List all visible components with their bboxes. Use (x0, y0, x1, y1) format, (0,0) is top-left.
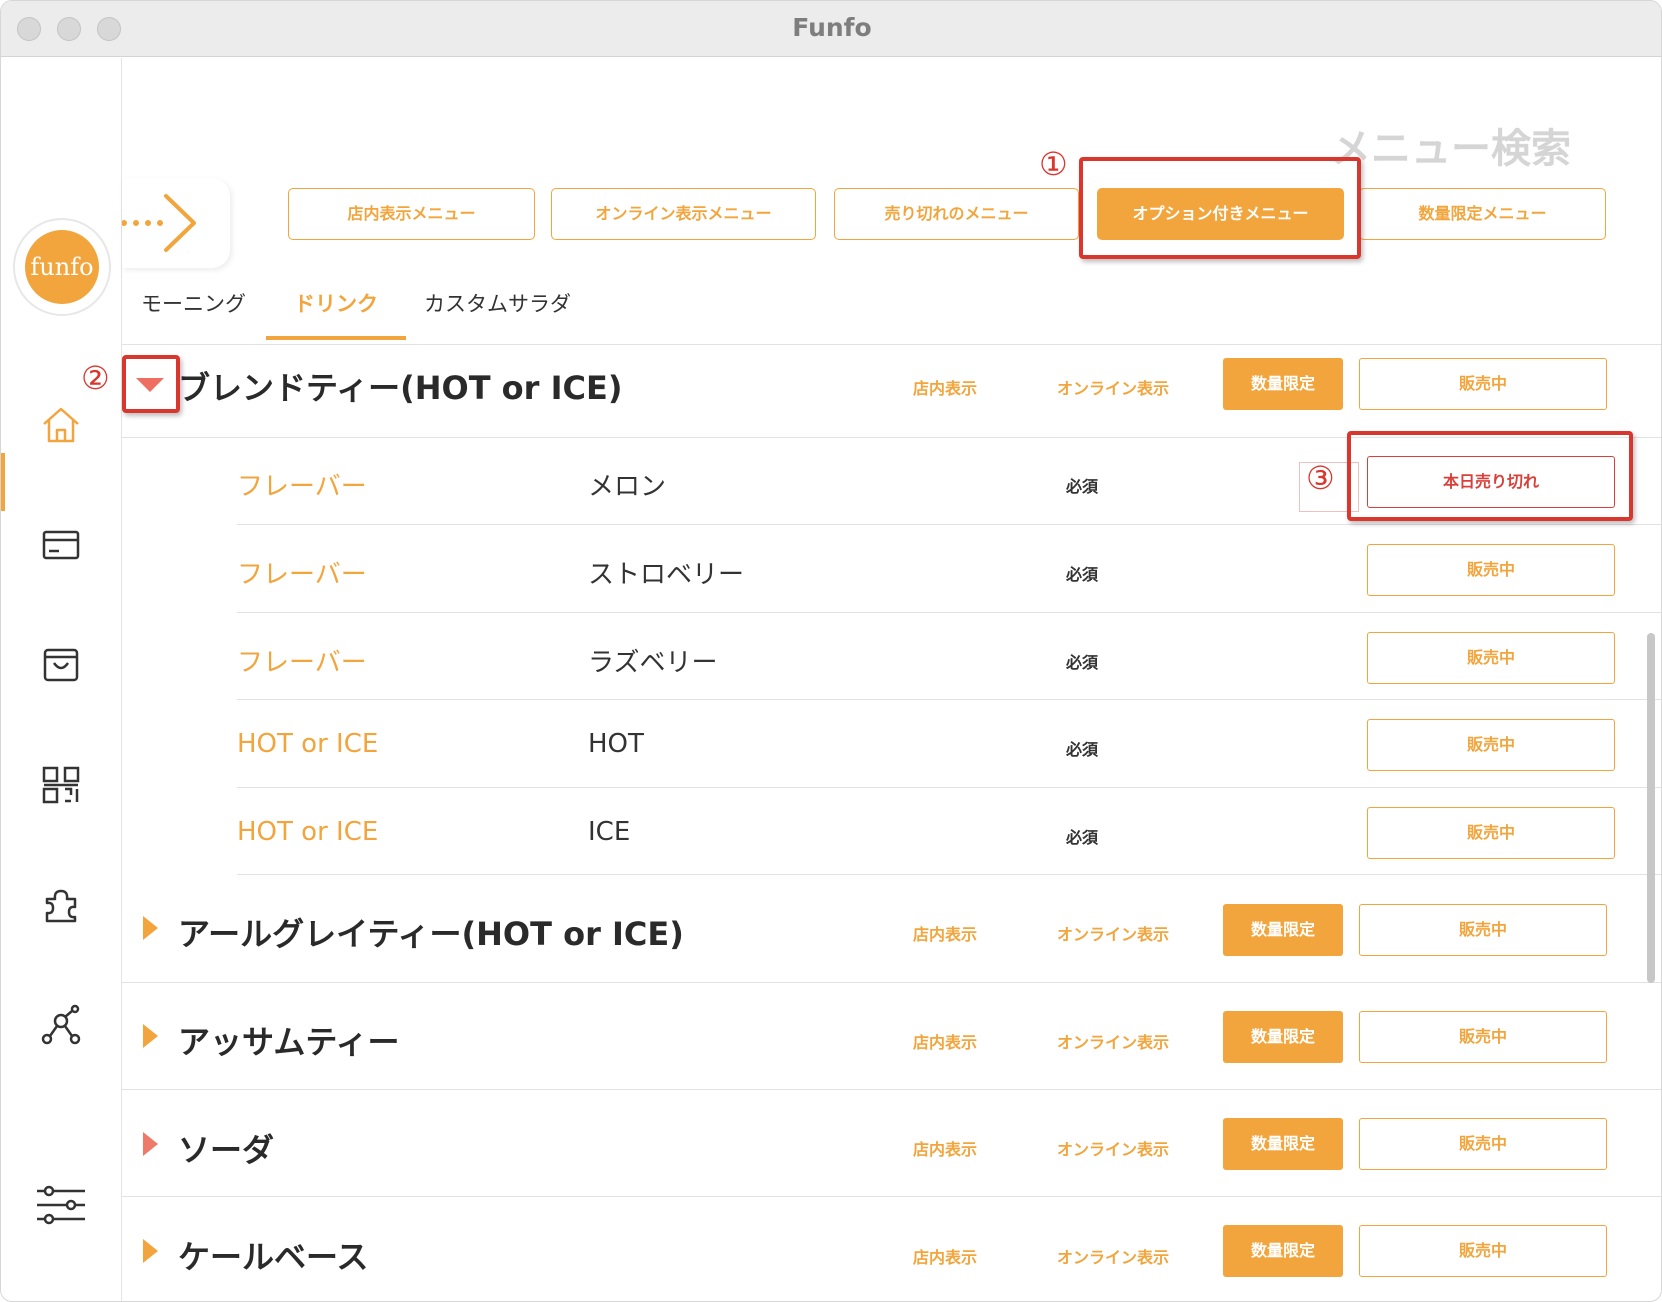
category-name[interactable]: ソーダ (178, 1125, 274, 1171)
in-store-display-label[interactable]: 店内表示 (913, 1244, 977, 1268)
quantity-limited-button[interactable]: 数量限定 (1223, 1118, 1343, 1170)
home-icon[interactable] (39, 403, 83, 447)
row-divider (122, 1196, 1661, 1197)
quantity-limited-button[interactable]: 数量限定 (1223, 358, 1343, 410)
in-store-display-label[interactable]: 店内表示 (913, 1029, 977, 1053)
option-value: HOT (588, 729, 644, 759)
annotation-box-3 (1347, 431, 1633, 521)
on-sale-button[interactable]: 販売中 (1359, 358, 1607, 410)
category-name[interactable]: アッサムティー (178, 1017, 399, 1063)
row-divider (122, 982, 1661, 983)
filter-sold-out-menu[interactable]: 売り切れのメニュー (834, 188, 1079, 240)
on-sale-button[interactable]: 販売中 (1359, 904, 1607, 956)
option-group-name: フレーバー (237, 648, 367, 678)
settings-sliders-icon[interactable] (35, 1183, 87, 1227)
titlebar: Funfo (1, 1, 1661, 57)
in-store-display-label[interactable]: 店内表示 (913, 921, 977, 945)
on-sale-button[interactable]: 販売中 (1359, 1225, 1607, 1277)
nav-active-indicator (1, 453, 5, 511)
chevron-right-icon (122, 194, 196, 252)
option-value: ICE (588, 817, 631, 847)
option-value: ラズベリー (588, 648, 718, 678)
annotation-number-1: ① (1039, 145, 1068, 183)
option-group-name: HOT or ICE (237, 817, 379, 847)
filter-in-store-menu[interactable]: 店内表示メニュー (288, 188, 535, 240)
required-label: 必須 (1066, 653, 1099, 672)
logo-text: funfo (25, 230, 99, 304)
category-name[interactable]: ケールベース (178, 1232, 368, 1278)
sidebar-expand-tab[interactable] (122, 178, 230, 268)
filter-online-menu[interactable]: オンライン表示メニュー (551, 188, 816, 240)
row-divider (237, 699, 1661, 700)
puzzle-icon[interactable] (39, 883, 83, 927)
option-value: メロン (588, 472, 667, 502)
window-title: Funfo (792, 13, 872, 42)
annotation-box-1 (1079, 157, 1361, 259)
on-sale-button[interactable]: 販売中 (1367, 632, 1615, 684)
expand-arrow-icon[interactable] (143, 1024, 158, 1048)
in-store-display-label[interactable]: 店内表示 (913, 1136, 977, 1160)
shop-bag-icon[interactable] (39, 643, 83, 687)
online-display-label[interactable]: オンライン表示 (1057, 1244, 1169, 1268)
required-label: 必須 (1066, 740, 1099, 759)
network-icon[interactable] (39, 1003, 83, 1047)
annotation-box-2 (122, 355, 180, 413)
annotation-number-2: ② (81, 359, 110, 397)
option-group-name: HOT or ICE (237, 729, 379, 759)
annotation-number-3: ③ (1306, 459, 1335, 497)
required-label: 必須 (1066, 565, 1099, 584)
sidebar: funfo (1, 58, 122, 1301)
online-display-label[interactable]: オンライン表示 (1057, 921, 1169, 945)
expand-arrow-icon[interactable] (143, 1132, 158, 1156)
option-value: ストロベリー (588, 560, 745, 590)
online-display-label[interactable]: オンライン表示 (1057, 1029, 1169, 1053)
card-icon[interactable] (39, 523, 83, 567)
tabs-divider (122, 344, 1661, 345)
expand-arrow-icon[interactable] (143, 916, 158, 940)
qr-code-icon[interactable] (39, 763, 83, 807)
on-sale-button[interactable]: 販売中 (1367, 807, 1615, 859)
category-name[interactable]: アールグレイティー(HOT or ICE) (178, 909, 684, 955)
row-divider (122, 1089, 1661, 1090)
online-display-label[interactable]: オンライン表示 (1057, 375, 1169, 399)
tab-custom-salad[interactable]: カスタムサラダ (424, 284, 571, 340)
row-divider (237, 612, 1661, 613)
row-divider (237, 874, 1661, 875)
on-sale-button[interactable]: 販売中 (1359, 1011, 1607, 1063)
scrollbar[interactable] (1647, 633, 1655, 983)
required-label: 必須 (1066, 828, 1099, 847)
on-sale-button[interactable]: 販売中 (1359, 1118, 1607, 1170)
on-sale-button[interactable]: 販売中 (1367, 544, 1615, 596)
quantity-limited-button[interactable]: 数量限定 (1223, 1225, 1343, 1277)
tab-drink[interactable]: ドリンク (266, 284, 406, 340)
app-window: Funfo funfo メニュー検索 店内表示メニュー オンライン表示メニュー … (0, 0, 1662, 1302)
filter-quantity-limited-menu[interactable]: 数量限定メニュー (1359, 188, 1606, 240)
required-label: 必須 (1066, 477, 1099, 496)
on-sale-button[interactable]: 販売中 (1367, 719, 1615, 771)
logo[interactable]: funfo (13, 218, 111, 316)
option-group-name: フレーバー (237, 472, 367, 502)
option-group-name: フレーバー (237, 560, 367, 590)
online-display-label[interactable]: オンライン表示 (1057, 1136, 1169, 1160)
row-divider (237, 524, 1661, 525)
category-name[interactable]: ブレンドティー(HOT or ICE) (178, 363, 622, 409)
row-divider (237, 787, 1661, 788)
tab-morning[interactable]: モーニング (141, 284, 246, 340)
expand-arrow-icon[interactable] (143, 1239, 158, 1263)
quantity-limited-button[interactable]: 数量限定 (1223, 904, 1343, 956)
in-store-display-label[interactable]: 店内表示 (913, 375, 977, 399)
quantity-limited-button[interactable]: 数量限定 (1223, 1011, 1343, 1063)
